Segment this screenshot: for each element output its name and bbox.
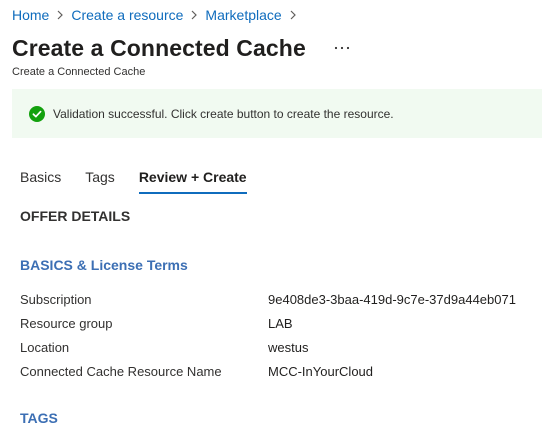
page-title: Create a Connected Cache — [12, 35, 306, 61]
breadcrumb-create-a-resource[interactable]: Create a resource — [71, 6, 183, 24]
ellipsis-icon — [334, 46, 349, 50]
detail-label: Resource group — [20, 315, 113, 331]
tab-strip: Basics Tags Review + Create — [20, 168, 247, 196]
chevron-right-icon — [49, 6, 71, 24]
tab-tags[interactable]: Tags — [85, 168, 115, 194]
detail-row-subscription: Subscription 9e408de3-3baa-419d-9c7e-37d… — [20, 287, 530, 311]
breadcrumb-home[interactable]: Home — [12, 6, 49, 24]
check-circle-icon — [29, 105, 45, 122]
validation-banner: Validation successful. Click create butt… — [12, 89, 542, 138]
detail-value: 9e408de3-3baa-419d-9c7e-37d9a44eb071 — [268, 291, 516, 307]
detail-row-location: Location westus — [20, 335, 530, 359]
page-subtitle: Create a Connected Cache — [12, 66, 146, 78]
offer-details-heading: OFFER DETAILS — [20, 208, 131, 224]
detail-value: westus — [268, 339, 309, 355]
detail-label: Connected Cache Resource Name — [20, 363, 222, 379]
tab-review-create[interactable]: Review + Create — [138, 168, 247, 194]
detail-row-resource-group: Resource group LAB — [20, 311, 530, 335]
title-row: Create a Connected Cache — [12, 33, 354, 63]
detail-value: LAB — [268, 315, 293, 331]
breadcrumb-marketplace[interactable]: Marketplace — [205, 6, 281, 24]
page: Home Create a resource Marketplace Creat… — [0, 0, 542, 439]
validation-message: Validation successful. Click create butt… — [53, 106, 394, 121]
chevron-right-icon — [183, 6, 205, 24]
chevron-right-icon — [282, 6, 304, 24]
detail-label: Location — [20, 339, 70, 355]
basics-heading: BASICS & License Terms — [20, 257, 188, 273]
detail-label: Subscription — [20, 291, 92, 307]
detail-row-cache-name: Connected Cache Resource Name MCC-InYour… — [20, 359, 530, 383]
basics-details: Subscription 9e408de3-3baa-419d-9c7e-37d… — [20, 287, 530, 383]
breadcrumb: Home Create a resource Marketplace — [12, 6, 304, 24]
tab-basics[interactable]: Basics — [20, 168, 61, 194]
detail-value: MCC-InYourCloud — [268, 363, 374, 379]
tags-heading: TAGS — [20, 410, 58, 426]
more-options-button[interactable] — [330, 36, 354, 60]
